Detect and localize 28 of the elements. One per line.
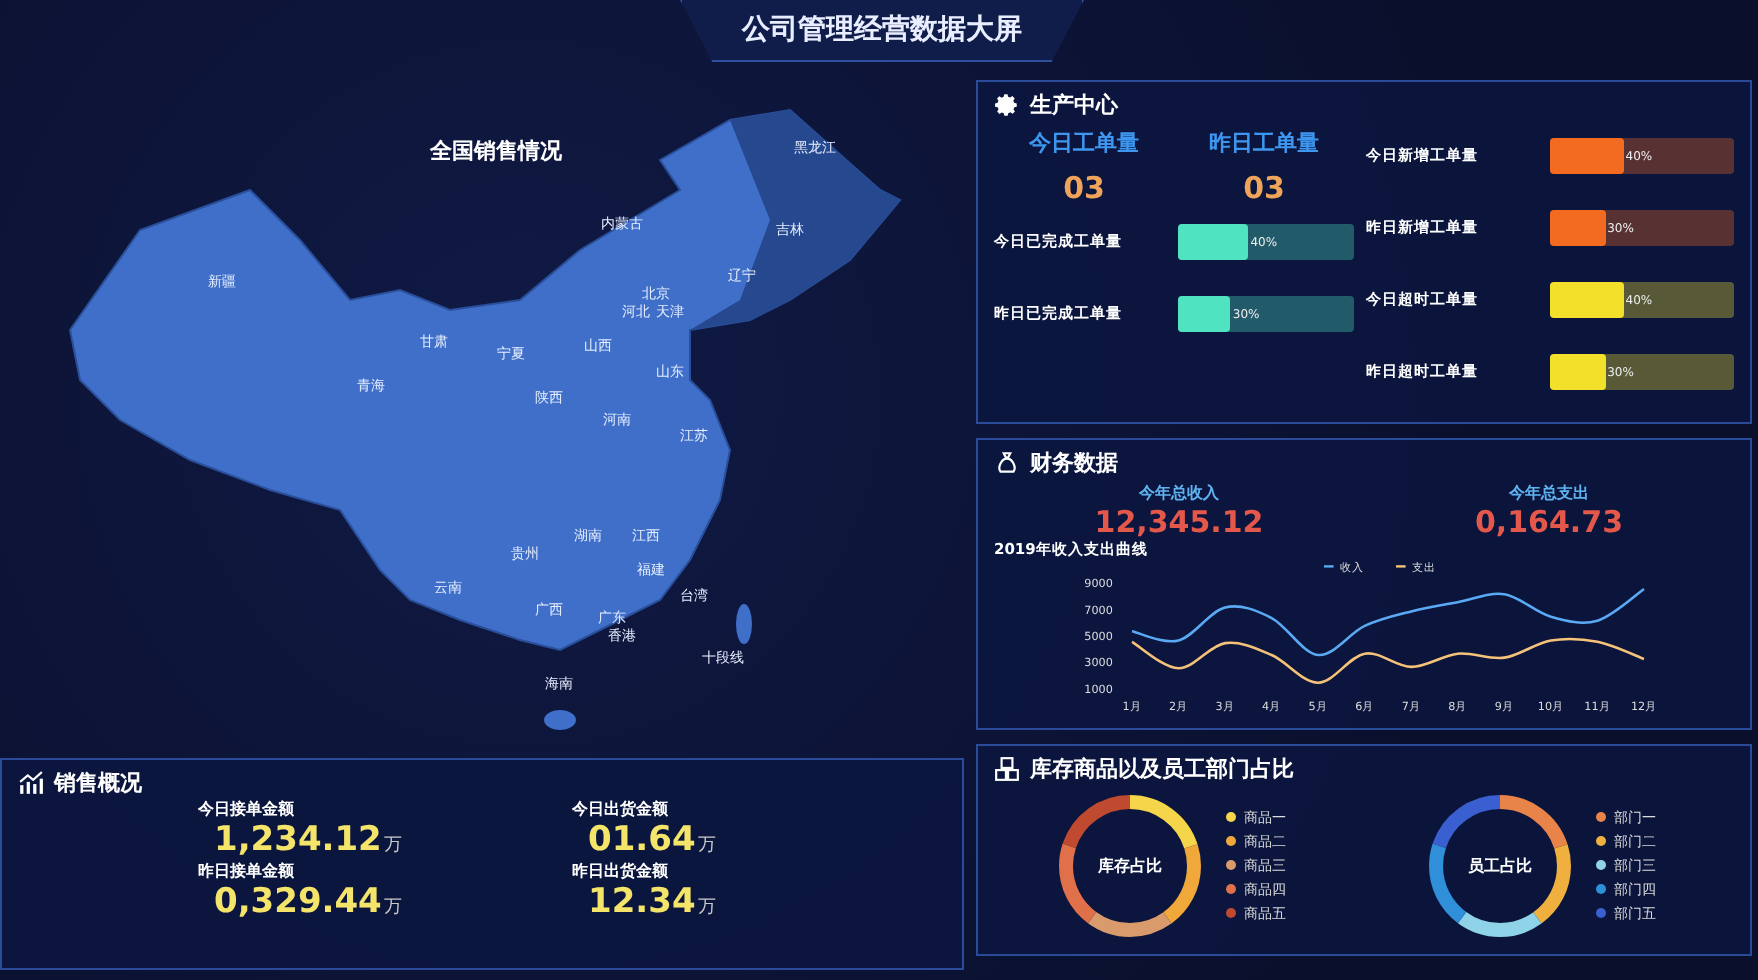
kpi-label: 昨日工单量 bbox=[1209, 128, 1319, 158]
metric-label: 今日出货金额 bbox=[572, 798, 670, 820]
metric-label: 昨日出货金额 bbox=[572, 860, 670, 882]
kpi-value: 12,345.12 bbox=[1092, 504, 1266, 540]
panel-title: 库存商品以及员工部门占比 bbox=[1030, 754, 1294, 784]
panel-title: 生产中心 bbox=[1030, 90, 1118, 120]
kpi-value: 0,164.73 bbox=[1472, 504, 1626, 540]
map-title: 全国销售情况 bbox=[430, 136, 562, 166]
panel-title: 财务数据 bbox=[1030, 448, 1118, 478]
kpi-value: 03 bbox=[1063, 170, 1105, 206]
cubes-icon bbox=[994, 756, 1020, 782]
money-bag-icon bbox=[994, 450, 1020, 476]
metric-value: 12.34 万 bbox=[586, 882, 718, 922]
metric-label: 昨日接单金额 bbox=[198, 860, 296, 882]
kpi-label: 今年总支出 bbox=[1507, 482, 1591, 504]
page-title: 公司管理经营数据大屏 bbox=[680, 0, 1084, 62]
metric-value: 0,329.44 万 bbox=[212, 882, 404, 922]
metric-value: 1,234.12 万 bbox=[212, 820, 404, 860]
panel-title: 销售概况 bbox=[54, 768, 142, 798]
kpi-label: 今日工单量 bbox=[1029, 128, 1139, 158]
donut-center-label: 员工占比 bbox=[1468, 854, 1532, 876]
metric-label: 今日接单金额 bbox=[198, 798, 296, 820]
kpi-label: 今年总收入 bbox=[1137, 482, 1221, 504]
settings-icon bbox=[994, 92, 1020, 118]
kpi-value: 03 bbox=[1243, 170, 1285, 206]
metric-value: 01.64 万 bbox=[586, 820, 718, 860]
bar-chart-icon bbox=[18, 770, 44, 796]
donut-center-label: 库存占比 bbox=[1098, 854, 1162, 876]
